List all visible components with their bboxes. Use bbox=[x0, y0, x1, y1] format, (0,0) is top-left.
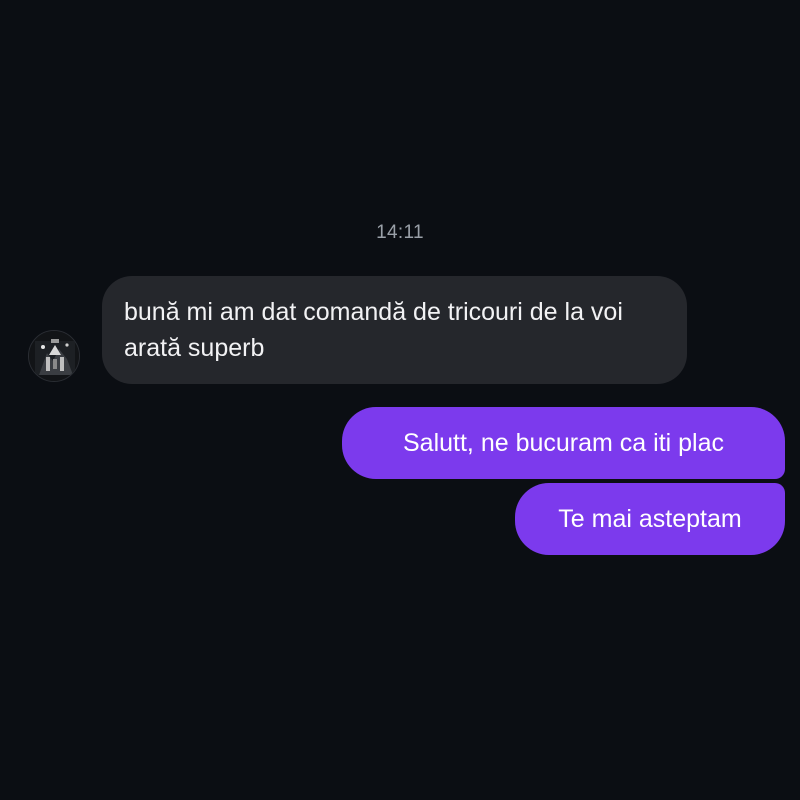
message-timestamp: 14:11 bbox=[376, 222, 424, 243]
incoming-message-bubble[interactable]: bună mi am dat comandă de tricouri de la… bbox=[102, 276, 687, 384]
user-avatar-icon[interactable] bbox=[28, 330, 80, 382]
outgoing-message-bubble[interactable]: Salutt, ne bucuram ca iti plac bbox=[342, 407, 785, 479]
outgoing-message-bubble[interactable]: Te mai asteptam bbox=[515, 483, 785, 555]
incoming-message-row: bună mi am dat comandă de tricouri de la… bbox=[28, 276, 708, 384]
chat-thread: 14:11 bună mi am dat comandă de tricouri… bbox=[0, 0, 800, 800]
